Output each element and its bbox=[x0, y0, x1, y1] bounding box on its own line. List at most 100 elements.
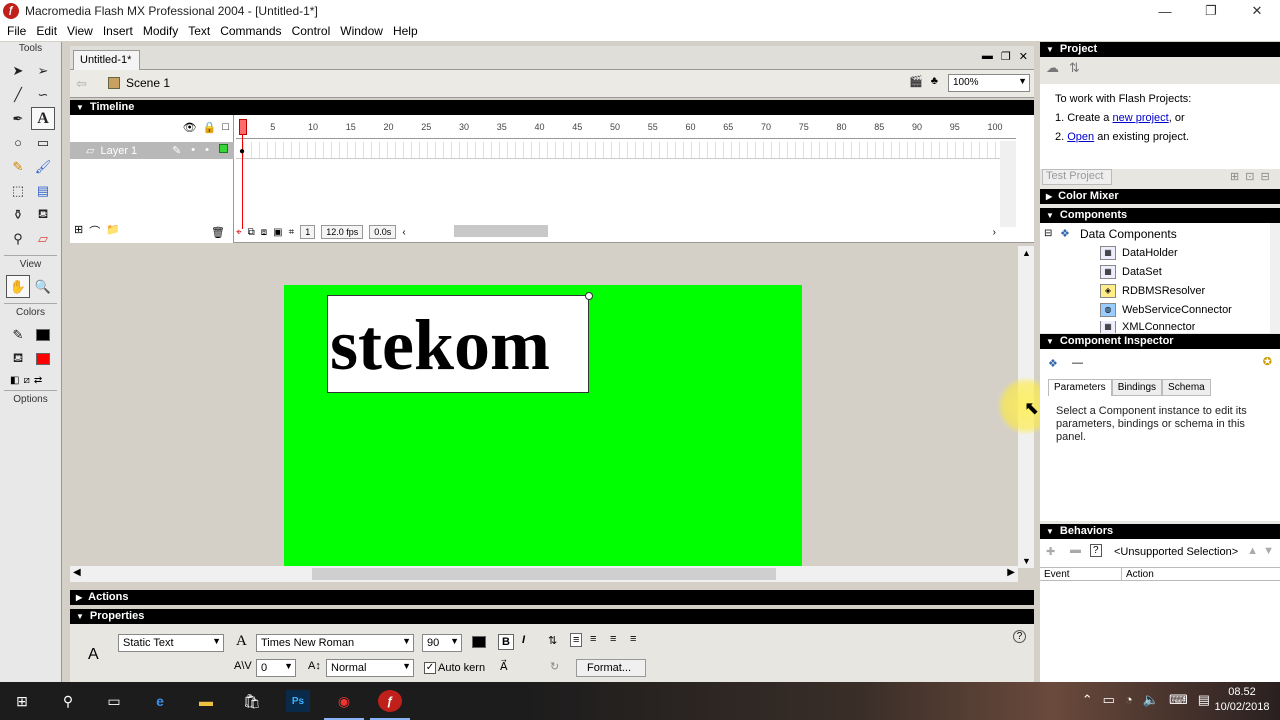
fill-transform-tool-icon[interactable]: ▤ bbox=[31, 179, 55, 202]
align-justify-button[interactable]: ≡ bbox=[630, 633, 636, 645]
ink-bottle-tool-icon[interactable]: ⚱ bbox=[6, 203, 30, 226]
edit-scene-icon[interactable]: 🎬 bbox=[909, 75, 923, 88]
menu-window[interactable]: Window bbox=[335, 24, 388, 38]
brush-tool-icon[interactable]: 🖌 bbox=[31, 155, 55, 178]
keyboard-icon[interactable]: ⌨ bbox=[1169, 692, 1188, 708]
subselect-tool-icon[interactable]: ➢ bbox=[31, 59, 55, 82]
document-tab[interactable]: Untitled-1* bbox=[73, 50, 141, 70]
layer-row[interactable]: ▱ Layer 1 ✎ • • bbox=[70, 142, 234, 159]
stage-hscroll-thumb[interactable] bbox=[312, 568, 776, 580]
baseline-select[interactable]: Normal ▼ bbox=[326, 659, 414, 677]
scroll-down-icon[interactable]: ▼ bbox=[1022, 556, 1031, 566]
doc-restore-icon[interactable]: ❐ bbox=[1001, 50, 1011, 63]
onion-outline-icon[interactable]: ⧈ bbox=[261, 227, 267, 238]
scroll-left-icon[interactable]: ‹ bbox=[402, 227, 405, 238]
add-guide-layer-icon[interactable]: ⌒ bbox=[89, 223, 100, 239]
components-vscroll[interactable] bbox=[1270, 223, 1280, 333]
tab-bindings[interactable]: Bindings bbox=[1111, 379, 1163, 396]
outline-color-swatch[interactable] bbox=[219, 144, 228, 153]
text-color-swatch[interactable] bbox=[472, 636, 486, 648]
character-options-icon[interactable]: A⃗ bbox=[500, 660, 508, 673]
outline-icon[interactable]: □ bbox=[222, 121, 229, 134]
modify-markers-icon[interactable]: ⌗ bbox=[289, 227, 295, 238]
menu-file[interactable]: File bbox=[2, 24, 31, 38]
paint-bucket-tool-icon[interactable]: ⛾ bbox=[31, 203, 55, 226]
stage-hscroll[interactable]: ◀ ▶ bbox=[70, 566, 1018, 582]
search-icon[interactable]: ⚲ bbox=[56, 690, 80, 712]
text-tool-icon[interactable]: A bbox=[31, 107, 55, 130]
font-size-field[interactable]: 90 ▼ bbox=[422, 634, 462, 652]
menu-insert[interactable]: Insert bbox=[98, 24, 138, 38]
free-transform-tool-icon[interactable]: ⬚ bbox=[6, 179, 30, 202]
screen-recorder-icon[interactable]: ◉ bbox=[324, 690, 364, 720]
volume-icon[interactable]: 🔈 bbox=[1143, 692, 1159, 708]
eyedropper-tool-icon[interactable]: ⚲ bbox=[6, 227, 30, 250]
menu-view[interactable]: View bbox=[62, 24, 98, 38]
tree-collapse-icon[interactable]: ⊟ bbox=[1044, 228, 1052, 239]
behaviors-header[interactable]: ▼ Behaviors bbox=[1040, 524, 1280, 539]
tab-parameters[interactable]: Parameters bbox=[1048, 379, 1112, 396]
component-item[interactable]: ▦ DataHolder bbox=[1100, 246, 1178, 260]
open-project-link[interactable]: Open bbox=[1067, 131, 1094, 143]
scroll-up-icon[interactable]: ▲ bbox=[1022, 248, 1031, 258]
help-icon[interactable]: ? bbox=[1013, 630, 1026, 643]
component-inspector-header[interactable]: ▼ Component Inspector bbox=[1040, 334, 1280, 349]
taskbar-clock[interactable]: 08.52 10/02/2018 bbox=[1212, 685, 1272, 715]
line-tool-icon[interactable]: ╱ bbox=[6, 83, 30, 106]
component-item[interactable]: ▦ DataSet bbox=[1100, 265, 1162, 279]
close-button[interactable]: ✕ bbox=[1234, 0, 1280, 22]
bold-button[interactable]: B bbox=[498, 634, 514, 650]
menu-commands[interactable]: Commands bbox=[215, 24, 286, 38]
menu-help[interactable]: Help bbox=[388, 24, 423, 38]
timeline-header[interactable]: ▼ Timeline bbox=[70, 100, 1034, 115]
actions-header[interactable]: ▶ Actions bbox=[70, 590, 1034, 605]
text-direction-icon[interactable]: ⇅ bbox=[548, 634, 557, 647]
new-project-link[interactable]: new project bbox=[1112, 112, 1168, 124]
zoom-tool-icon[interactable]: 🔍 bbox=[31, 275, 55, 298]
font-select[interactable]: Times New Roman ▼ bbox=[256, 634, 414, 652]
maximize-button[interactable]: ❐ bbox=[1188, 0, 1234, 22]
test-project-button[interactable]: Test Project bbox=[1042, 169, 1112, 185]
data-components-group[interactable]: Data Components bbox=[1080, 227, 1177, 241]
rectangle-tool-icon[interactable]: ▭ bbox=[31, 131, 55, 154]
swap-colors-icon[interactable]: ⇄ bbox=[34, 375, 42, 386]
align-center-button[interactable]: ≡ bbox=[590, 633, 596, 645]
move-up-icon[interactable]: ▲ bbox=[1247, 545, 1258, 557]
add-folder-icon[interactable]: ⊞ bbox=[1230, 170, 1239, 183]
add-file-icon[interactable]: ⊡ bbox=[1245, 170, 1254, 183]
align-left-button[interactable]: ≡ bbox=[570, 633, 583, 647]
default-colors-icon[interactable]: ◧ bbox=[10, 375, 19, 386]
no-color-icon[interactable]: ⧄ bbox=[23, 375, 29, 386]
scroll-right-icon[interactable]: › bbox=[993, 227, 996, 238]
insert-folder-icon[interactable]: 📁 bbox=[106, 223, 120, 239]
tab-schema[interactable]: Schema bbox=[1162, 379, 1211, 396]
delete-layer-icon[interactable]: 🗑 bbox=[211, 226, 225, 239]
text-type-select[interactable]: Static Text ▼ bbox=[118, 634, 224, 652]
lock-dot-icon[interactable]: • bbox=[205, 144, 209, 157]
italic-button[interactable]: I bbox=[522, 634, 525, 646]
pencil-tool-icon[interactable]: ✎ bbox=[6, 155, 30, 178]
edit-symbols-icon[interactable]: ♣ bbox=[931, 75, 938, 88]
hand-tool-icon[interactable]: ✋ bbox=[6, 275, 30, 298]
doc-close-icon[interactable]: ✕ bbox=[1019, 50, 1028, 63]
back-arrow-icon[interactable]: ⇦ bbox=[76, 76, 87, 92]
format-button[interactable]: Format... bbox=[576, 659, 646, 677]
remove-file-icon[interactable]: ⊟ bbox=[1260, 170, 1269, 183]
component-definition-icon[interactable]: ✪ bbox=[1263, 355, 1272, 368]
layer-frames-row[interactable] bbox=[236, 142, 1016, 159]
oval-tool-icon[interactable]: ○ bbox=[6, 131, 30, 154]
eraser-tool-icon[interactable]: ▱ bbox=[31, 227, 55, 250]
menu-edit[interactable]: Edit bbox=[31, 24, 62, 38]
visible-dot-icon[interactable]: • bbox=[191, 144, 195, 157]
components-header[interactable]: ▼ Components bbox=[1040, 208, 1280, 223]
lock-icon[interactable]: 🔒 bbox=[203, 121, 217, 134]
center-frame-icon[interactable]: ⌖ bbox=[236, 227, 242, 238]
eye-icon[interactable]: 👁 bbox=[183, 121, 197, 134]
frame-ruler[interactable]: 1510152025303540455055606570758085909510… bbox=[236, 119, 1016, 139]
text-field[interactable]: stekom bbox=[327, 295, 589, 393]
insert-layer-icon[interactable]: ⊞ bbox=[74, 223, 83, 239]
project-header[interactable]: ▼ Project bbox=[1040, 42, 1280, 57]
menu-text[interactable]: Text bbox=[183, 24, 215, 38]
arrow-tool-icon[interactable]: ➤ bbox=[6, 59, 30, 82]
timeline-hscroll-thumb[interactable] bbox=[454, 225, 548, 237]
